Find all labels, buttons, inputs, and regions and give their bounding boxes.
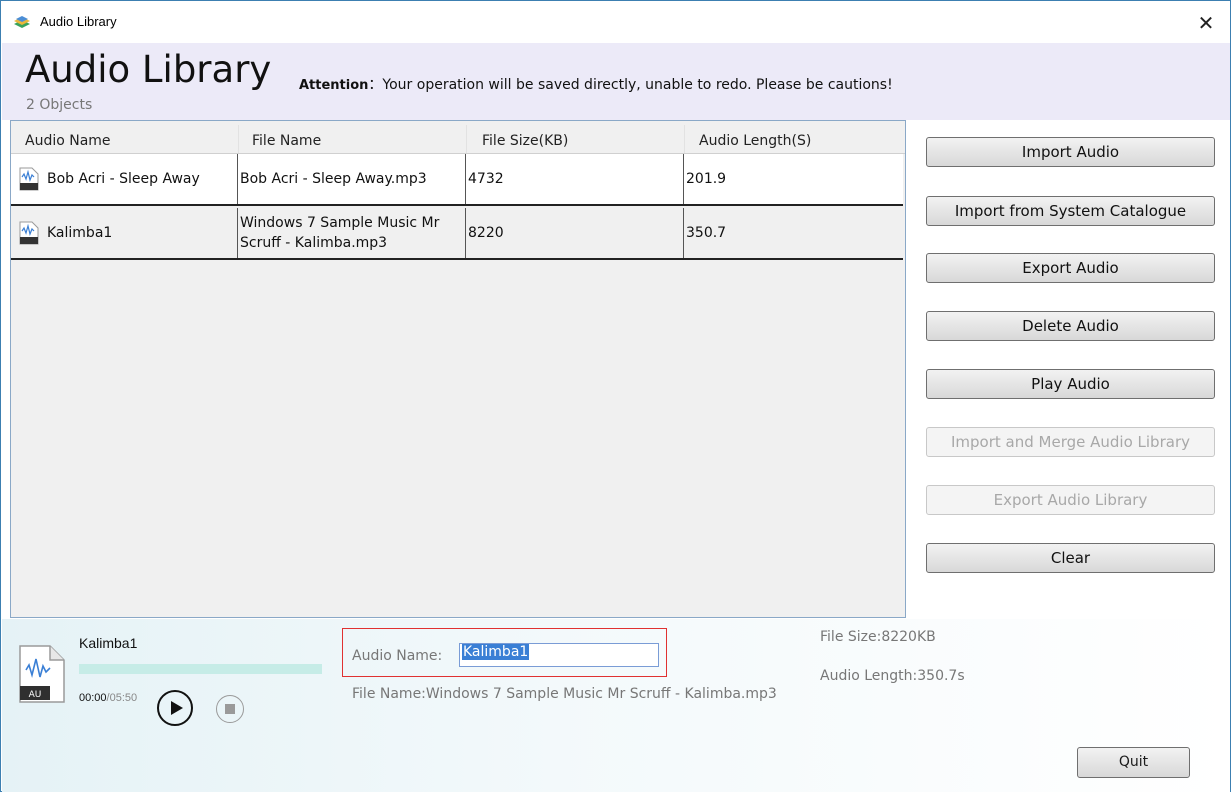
cell-audio-name: Kalimba1	[11, 208, 238, 258]
playback-time: 00:00/05:50	[79, 692, 137, 704]
table-header: Audio Name File Name File Size(KB) Audio…	[11, 121, 905, 154]
detail-file-size: File Size:8220KB	[820, 629, 936, 645]
audio-name-label: Audio Name:	[352, 648, 443, 664]
import-audio-button[interactable]: Import Audio	[926, 137, 1215, 167]
import-merge-library-button[interactable]: Import and Merge Audio Library	[926, 427, 1215, 457]
audio-name-selected-text: Kalimba1	[462, 644, 530, 660]
app-logo-icon	[14, 16, 30, 28]
audio-name-editor: Audio Name: Kalimba1	[342, 628, 667, 677]
column-divider[interactable]	[238, 125, 239, 153]
audio-name-text: Bob Acri - Sleep Away	[47, 171, 200, 187]
au-badge-text: AU	[29, 690, 42, 700]
column-divider[interactable]	[466, 125, 467, 153]
audio-library-window: Audio Library ✕ Audio Library 2 Objects …	[0, 0, 1231, 792]
stop-button[interactable]	[216, 695, 244, 723]
object-count: 2 Objects	[26, 97, 93, 113]
cell-audio-name: Bob Acri - Sleep Away	[11, 154, 238, 204]
attention-text: ：Your operation will be saved directly, …	[368, 77, 893, 93]
detail-audio-length: Audio Length:350.7s	[820, 668, 965, 684]
cell-file-size: 8220	[466, 208, 684, 258]
cell-audio-length: 201.9	[686, 171, 727, 187]
current-time: 00:00	[79, 692, 107, 704]
table-row[interactable]: Kalimba1 Windows 7 Sample Music Mr Scruf…	[11, 208, 903, 260]
attention-message: Attention：Your operation will be saved d…	[299, 74, 893, 94]
column-header-file-name[interactable]: File Name	[252, 133, 321, 149]
cell-file-name: Windows 7 Sample Music Mr Scruff - Kalim…	[238, 208, 466, 258]
audio-file-icon	[19, 167, 39, 191]
title-bar: Audio Library ✕	[1, 1, 1230, 43]
table-row[interactable]: Bob Acri - Sleep Away Bob Acri - Sleep A…	[11, 154, 903, 206]
export-audio-button[interactable]: Export Audio	[926, 253, 1215, 283]
play-audio-button[interactable]: Play Audio	[926, 369, 1215, 399]
play-button[interactable]	[157, 690, 193, 726]
delete-audio-button[interactable]: Delete Audio	[926, 311, 1215, 341]
playback-progress-bar[interactable]	[79, 664, 322, 674]
cell-file-size: 4732	[466, 154, 684, 204]
import-system-catalogue-button[interactable]: Import from System Catalogue	[926, 196, 1215, 226]
cell-audio-length: 350.7	[686, 225, 727, 241]
audio-name-text: Kalimba1	[47, 225, 113, 241]
player-track-title: Kalimba1	[79, 635, 138, 651]
quit-button[interactable]: Quit	[1077, 747, 1190, 778]
column-header-audio-name[interactable]: Audio Name	[25, 133, 111, 149]
export-library-button[interactable]: Export Audio Library	[926, 485, 1215, 515]
column-header-file-size[interactable]: File Size(KB)	[482, 133, 568, 149]
column-divider[interactable]	[684, 125, 685, 153]
total-time: /05:50	[106, 692, 138, 704]
attention-label: Attention	[299, 78, 369, 93]
page-title: Audio Library	[25, 48, 272, 91]
audio-file-large-icon: AU	[19, 645, 65, 703]
audio-name-input[interactable]: Kalimba1	[459, 643, 659, 667]
clear-button[interactable]: Clear	[926, 543, 1215, 573]
audio-table[interactable]: Audio Name File Name File Size(KB) Audio…	[10, 120, 906, 618]
page-header: Audio Library 2 Objects Attention：Your o…	[2, 43, 1230, 120]
column-header-audio-length[interactable]: Audio Length(S)	[699, 133, 811, 149]
audio-detail-panel: AU Kalimba1 00:00/05:50 Audio Name: Kali…	[2, 619, 1230, 792]
window-title: Audio Library	[40, 14, 117, 29]
detail-file-name: File Name:Windows 7 Sample Music Mr Scru…	[352, 686, 777, 702]
close-button[interactable]: ✕	[1192, 9, 1220, 37]
audio-file-icon	[19, 221, 39, 245]
cell-file-name: Bob Acri - Sleep Away.mp3	[238, 154, 466, 204]
